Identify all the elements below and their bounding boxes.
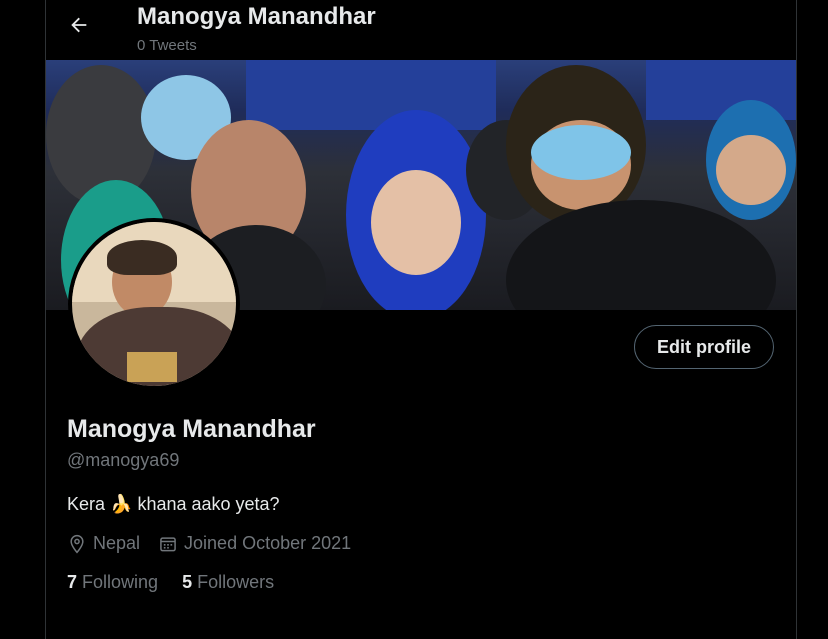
back-button[interactable] (66, 12, 92, 38)
profile-meta: Nepal Joined October 2021 (67, 533, 369, 554)
location-pin-icon (70, 534, 84, 553)
banana-emoji: 🍌 (110, 494, 133, 514)
profile-bio: Kera 🍌 khana aako yeta? (67, 494, 280, 515)
bio-text-end: khana aako yeta? (132, 494, 280, 514)
location-text: Nepal (93, 533, 141, 553)
follow-stats: 7 Following 5 Followers (67, 572, 298, 593)
following-count: 7 (67, 572, 78, 592)
joined-text: Joined October 2021 (184, 533, 352, 553)
followers-count: 5 (182, 572, 193, 592)
bio-text-start: Kera (67, 494, 111, 514)
profile-avatar[interactable] (68, 218, 240, 390)
followers-link[interactable]: 5 Followers (182, 572, 274, 593)
arrow-left-icon (71, 17, 87, 33)
edit-profile-button[interactable]: Edit profile (634, 325, 774, 369)
joined-item: Joined October 2021 (158, 533, 351, 554)
profile-header-bar: Manogya Manandhar 0 Tweets (46, 0, 796, 60)
profile-name: Manogya Manandhar (67, 415, 316, 443)
following-link[interactable]: 7 Following (67, 572, 158, 593)
header-name: Manogya Manandhar (137, 3, 376, 30)
following-label: Following (82, 572, 159, 592)
profile-handle: @manogya69 (67, 450, 180, 470)
location-item: Nepal (67, 533, 140, 554)
header-tweet-count: 0 Tweets (137, 37, 197, 54)
calendar-icon (160, 536, 176, 551)
profile-column: Manogya Manandhar 0 Tweets Edit profile … (45, 0, 797, 639)
followers-label: Followers (197, 572, 275, 592)
